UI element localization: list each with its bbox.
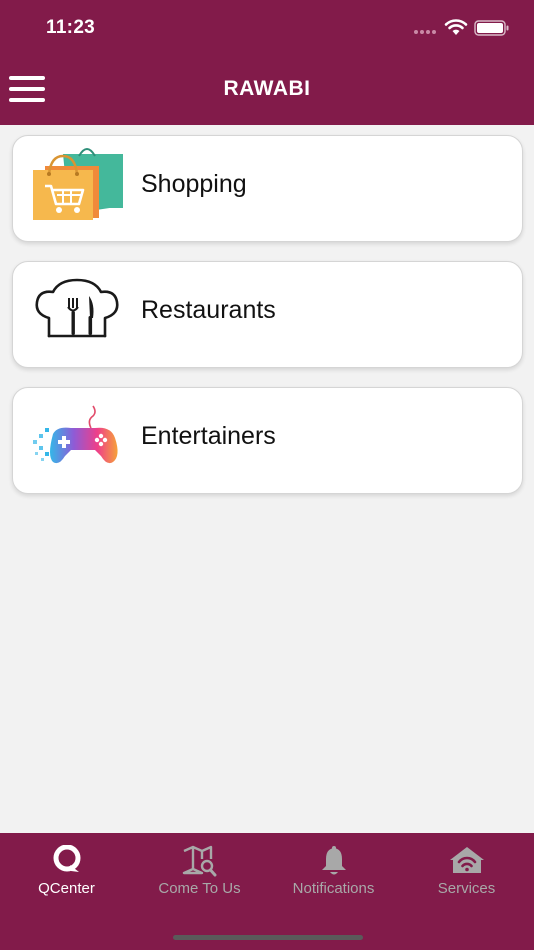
home-indicator [173, 935, 363, 940]
category-card-restaurants[interactable]: Restaurants [12, 261, 523, 368]
gamepad-icon [33, 405, 118, 464]
cellular-signal-icon [414, 30, 436, 34]
wifi-icon [444, 19, 468, 35]
tab-bar: QCenter Come To Us Notifications Service… [0, 833, 534, 950]
bell-icon [321, 846, 346, 875]
tab-label: Notifications [292, 880, 375, 897]
category-label: Shopping [141, 170, 247, 198]
tab-notifications[interactable]: Notifications [267, 833, 400, 903]
house-wifi-icon [449, 847, 484, 873]
tab-label: Services [437, 880, 496, 897]
category-card-shopping[interactable]: Shopping [12, 135, 523, 242]
tab-qcenter[interactable]: QCenter [0, 833, 133, 903]
battery-icon [474, 20, 509, 36]
tab-label: Come To Us [158, 880, 241, 897]
category-label: Entertainers [141, 422, 276, 450]
tab-services[interactable]: Services [400, 833, 533, 903]
status-bar: 11:23 [0, 0, 534, 56]
map-search-icon [182, 845, 216, 877]
tab-come-to-us[interactable]: Come To Us [133, 833, 266, 903]
page-title: RAWABI [223, 77, 311, 100]
category-card-entertainers[interactable]: Entertainers [12, 387, 523, 494]
tab-label: QCenter [38, 880, 95, 897]
status-time: 11:23 [46, 17, 96, 38]
shopping-bags-icon [33, 148, 123, 220]
nav-bar: RAWABI [0, 56, 534, 125]
chef-hat-cutlery-icon [35, 278, 119, 338]
category-label: Restaurants [141, 296, 276, 324]
qcenter-logo-icon [53, 845, 80, 872]
